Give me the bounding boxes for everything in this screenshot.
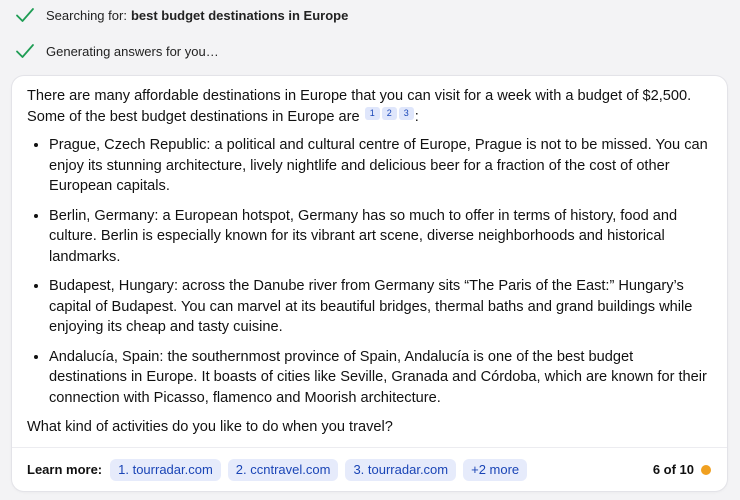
list-item: Prague, Czech Republic: a political and … (49, 135, 711, 197)
status-dot-icon (701, 464, 711, 475)
list-item: Berlin, Germany: a European hotspot, Ger… (49, 206, 711, 268)
citation-2[interactable]: 2 (381, 106, 397, 120)
status-prefix: Generating answers for you… (46, 43, 219, 59)
status-generating: Generating answers for you… (14, 38, 219, 64)
response-counter: 6 of 10 (653, 462, 711, 477)
source-link-3[interactable]: 3. tourradar.com (345, 458, 457, 481)
intro-end: : (414, 108, 419, 125)
source-link-2[interactable]: 2. ccntravel.com (227, 458, 339, 481)
follow-up-question: What kind of activities do you like to d… (27, 419, 393, 435)
answer-intro: There are many affordable destinations i… (27, 86, 711, 127)
learn-more-label: Learn more: (27, 462, 103, 477)
checkmark-icon (16, 8, 34, 22)
learn-more-bar: Learn more: 1. tourradar.com 2. ccntrave… (12, 447, 727, 491)
destination-list: Prague, Czech Republic: a political and … (27, 135, 711, 408)
answer-body: There are many affordable destinations i… (27, 86, 711, 438)
list-item: Budapest, Hungary: across the Danube riv… (49, 276, 711, 338)
citation-3[interactable]: 3 (398, 106, 414, 120)
intro-text: There are many affordable destinations i… (27, 88, 692, 125)
more-sources-button[interactable]: +2 more (463, 458, 528, 481)
counter-text: 6 of 10 (652, 462, 694, 477)
citation-1[interactable]: 1 (364, 106, 380, 120)
source-link-1[interactable]: 1. tourradar.com (110, 458, 221, 481)
checkmark-icon (16, 44, 34, 58)
status-prefix: Searching for: (46, 7, 127, 23)
status-searching: Searching for: best budget destinations … (14, 2, 348, 28)
answer-card: There are many affordable destinations i… (12, 76, 727, 491)
search-query: best budget destinations in Europe (130, 7, 349, 23)
list-item: Andalucía, Spain: the southernmost provi… (49, 347, 711, 409)
